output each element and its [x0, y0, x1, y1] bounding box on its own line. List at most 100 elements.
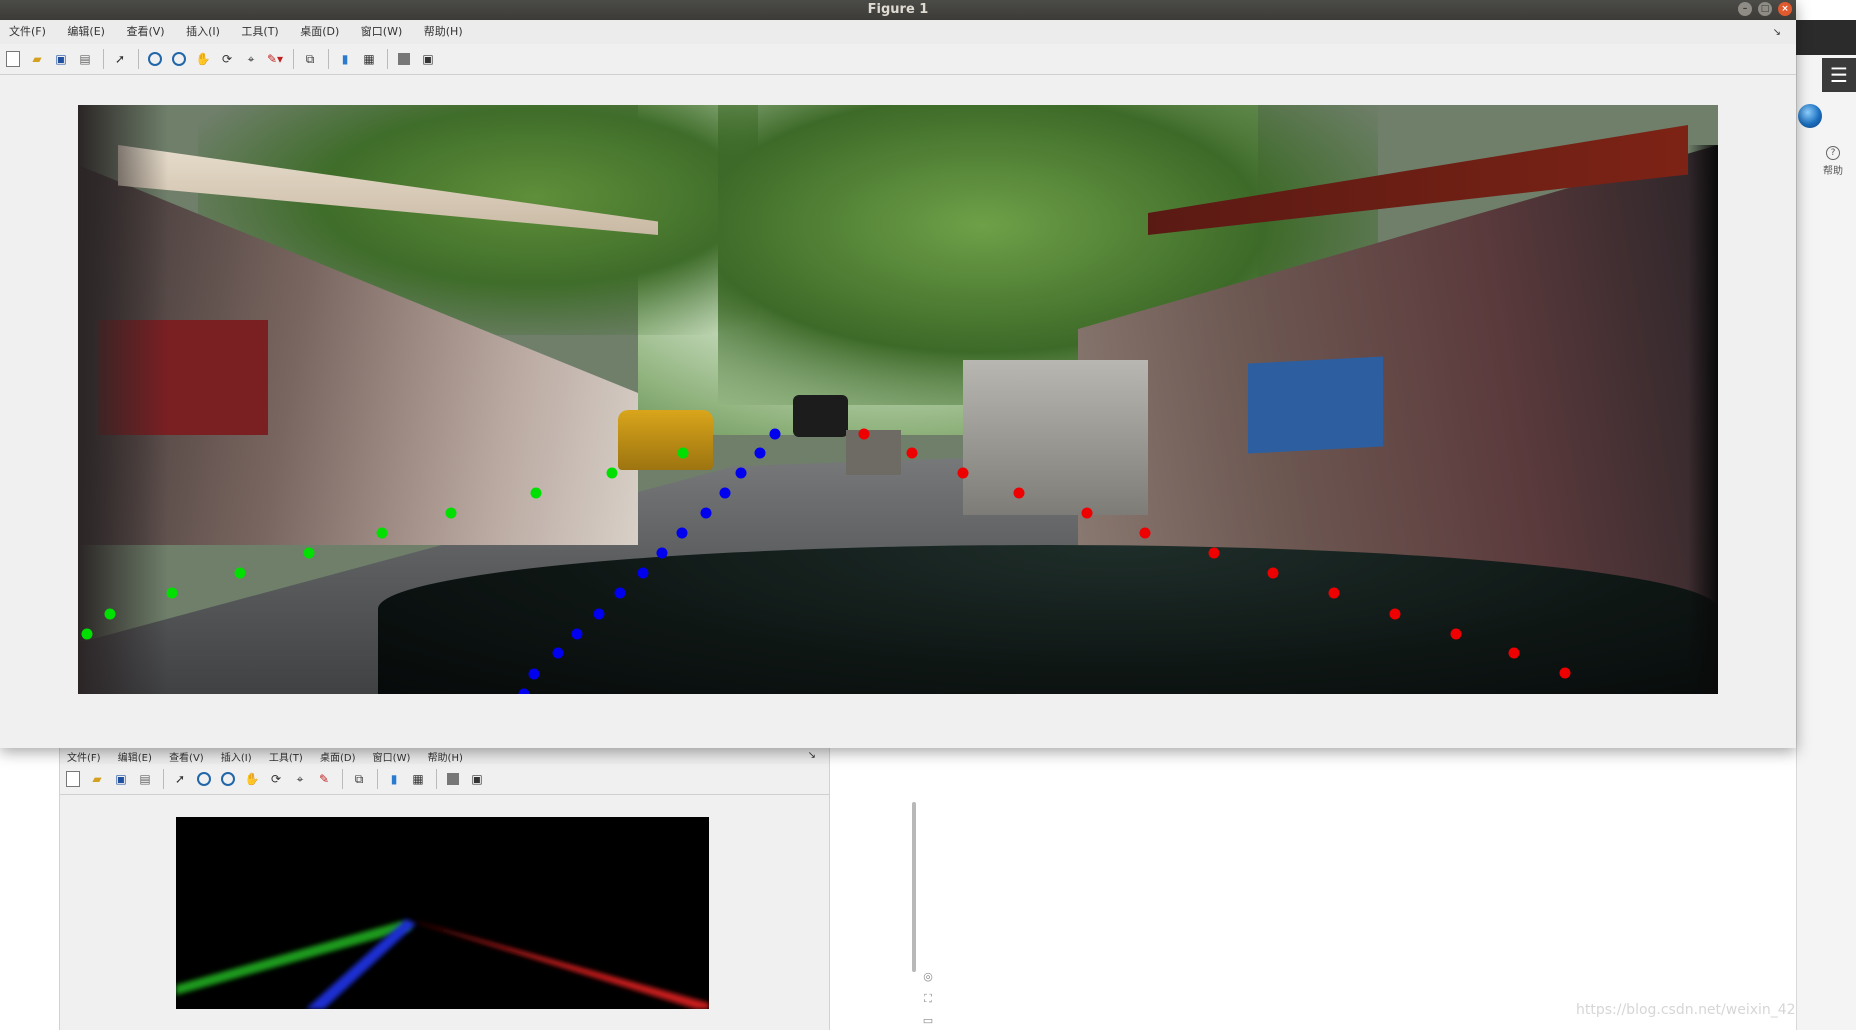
zoom-out-icon[interactable] [170, 50, 188, 68]
rotate-3d-icon[interactable]: ⟳ [218, 50, 236, 68]
brush-icon[interactable]: ✎ [315, 770, 333, 788]
lane-point-center [518, 688, 530, 694]
menu-help[interactable]: 帮助(H) [421, 748, 470, 764]
monitor-icon[interactable]: ▭ [918, 1010, 938, 1032]
toolbar-separator [293, 49, 294, 69]
help-label: 帮助 [1823, 166, 1843, 177]
colorbar-icon[interactable]: ▮ [336, 50, 354, 68]
zoom-in-icon[interactable] [195, 770, 213, 788]
menu-window[interactable]: 窗口(W) [352, 20, 411, 44]
menu-insert[interactable]: 插入(I) [214, 748, 259, 764]
lane-line-right [412, 921, 709, 1009]
menu-window[interactable]: 窗口(W) [366, 748, 418, 764]
lane-point-right [1267, 567, 1279, 579]
legend-icon[interactable]: ▦ [360, 50, 378, 68]
window-title: Figure 1 [867, 2, 929, 17]
brush-icon[interactable]: ✎▾ [266, 50, 284, 68]
editor-side-icons: ◎ ⛶ ▭ [918, 966, 938, 1032]
minimize-icon[interactable]: – [1738, 2, 1752, 16]
print-icon[interactable]: ▤ [136, 770, 154, 788]
dock-arrow-icon[interactable]: ↘ [1764, 21, 1790, 45]
menu-tools[interactable]: 工具(T) [262, 748, 310, 764]
lane-point-right [1208, 547, 1220, 559]
editor-scrollbar[interactable] [912, 802, 916, 972]
taxi [618, 410, 713, 470]
dark-car [793, 395, 848, 437]
colorbar-icon[interactable]: ▮ [385, 770, 403, 788]
window-controls: – □ × [1732, 2, 1792, 16]
toolbar-separator [377, 769, 378, 789]
menu-file[interactable]: 文件(F) [60, 748, 108, 764]
lane-point-right [1389, 608, 1401, 620]
toolbar-separator [387, 49, 388, 69]
menu-tools[interactable]: 工具(T) [232, 20, 287, 44]
open-file-icon[interactable]: ▰ [28, 50, 46, 68]
menu-insert[interactable]: 插入(I) [177, 20, 229, 44]
pan-hand-icon[interactable]: ✋ [194, 50, 212, 68]
new-figure-icon[interactable] [64, 770, 82, 788]
menu-file[interactable]: 文件(F) [0, 20, 55, 44]
save-icon[interactable]: ▣ [112, 770, 130, 788]
lane-render-image [176, 817, 709, 1009]
menu-desktop[interactable]: 桌面(D) [291, 20, 348, 44]
lane-point-right [1559, 667, 1571, 679]
help-button[interactable]: ? 帮助 [1816, 146, 1850, 177]
lane-render-svg [176, 919, 709, 1009]
show-plot-tools-icon[interactable]: ▣ [419, 50, 437, 68]
lane-point-left [606, 467, 618, 479]
legend-icon[interactable]: ▦ [409, 770, 427, 788]
hide-plot-tools-icon[interactable] [395, 50, 413, 68]
hide-plot-tools-icon[interactable] [444, 770, 462, 788]
figure-window-1: Figure 1 – □ × 文件(F) 编辑(E) 查看(V) 插入(I) 工… [0, 0, 1796, 748]
lane-point-center [719, 487, 731, 499]
link-plot-icon[interactable]: ⧉ [301, 50, 319, 68]
close-icon[interactable]: × [1778, 2, 1792, 16]
print-icon[interactable]: ▤ [76, 50, 94, 68]
lane-point-right [1508, 647, 1520, 659]
target-icon[interactable]: ◎ [918, 966, 938, 988]
zoom-out-icon[interactable] [219, 770, 237, 788]
menu-help[interactable]: 帮助(H) [415, 20, 472, 44]
zoom-in-icon[interactable] [146, 50, 164, 68]
menu-view[interactable]: 查看(V) [162, 748, 211, 764]
dock-arrow-icon[interactable]: ↘ [801, 749, 823, 761]
show-plot-tools-icon[interactable]: ▣ [468, 770, 486, 788]
lane-point-left [445, 507, 457, 519]
lane-point-left [234, 567, 246, 579]
maximize-icon[interactable]: □ [1758, 2, 1772, 16]
lane-point-right [1139, 527, 1151, 539]
open-file-icon[interactable]: ▰ [88, 770, 106, 788]
toolbar-separator [163, 769, 164, 789]
fisheye-edge-right [1688, 145, 1718, 694]
lane-point-center [769, 428, 781, 440]
lane-point-right [1013, 487, 1025, 499]
data-cursor-icon[interactable]: ⌖ [242, 50, 260, 68]
lane-point-left [166, 587, 178, 599]
expand-icon[interactable]: ⛶ [918, 988, 938, 1010]
data-cursor-icon[interactable]: ⌖ [291, 770, 309, 788]
globe-icon[interactable] [1798, 104, 1822, 128]
background-window-editor [828, 748, 1856, 1030]
silver-van [963, 360, 1148, 515]
menu-edit[interactable]: 编辑(E) [111, 748, 159, 764]
menu-edit[interactable]: 编辑(E) [58, 20, 114, 44]
lane-point-center [552, 647, 564, 659]
pan-hand-icon[interactable]: ✋ [243, 770, 261, 788]
new-figure-icon[interactable] [4, 50, 22, 68]
window-titlebar[interactable]: Figure 1 – □ × [0, 0, 1796, 20]
tricycle [846, 430, 901, 475]
toolbar-separator [328, 49, 329, 69]
lane-point-center [571, 628, 582, 640]
link-plot-icon[interactable]: ⧉ [350, 770, 368, 788]
menu-view[interactable]: 查看(V) [117, 20, 173, 44]
car-hood [378, 545, 1718, 694]
toolbar-separator [138, 49, 139, 69]
select-pointer-icon[interactable]: ➚ [171, 770, 189, 788]
select-pointer-icon[interactable]: ➚ [111, 50, 129, 68]
lane-point-center [614, 587, 626, 599]
help-icon: ? [1826, 146, 1840, 160]
rotate-3d-icon[interactable]: ⟳ [267, 770, 285, 788]
save-icon[interactable]: ▣ [52, 50, 70, 68]
menu-desktop[interactable]: 桌面(D) [313, 748, 363, 764]
hamburger-menu-icon[interactable]: ☰ [1822, 58, 1856, 92]
